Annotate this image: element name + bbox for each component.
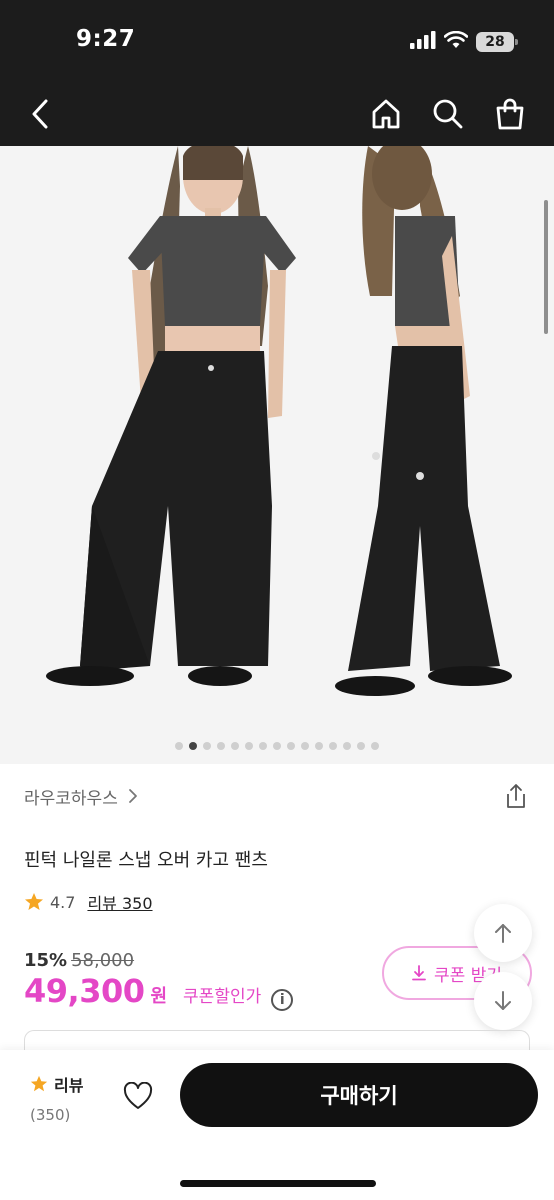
page-scrollbar[interactable] [544, 200, 548, 334]
carousel-dot[interactable] [203, 742, 211, 750]
carousel-dot[interactable] [371, 742, 379, 750]
status-time: 9:27 [76, 26, 136, 52]
home-indicator [180, 1180, 376, 1187]
review-link[interactable]: 리뷰 350 [87, 890, 152, 914]
carousel-dot[interactable] [315, 742, 323, 750]
carousel-dot[interactable] [217, 742, 225, 750]
carousel-dot[interactable] [231, 742, 239, 750]
buy-button[interactable]: 구매하기 [180, 1063, 538, 1127]
carousel-dot[interactable] [357, 742, 365, 750]
share-icon [507, 784, 525, 808]
home-button[interactable] [364, 94, 408, 134]
brand-row: 라우코하우스 [24, 782, 530, 810]
price-row: 49,300 원 쿠폰할인가 i [24, 972, 294, 1011]
scroll-bottom-button[interactable] [474, 972, 532, 1030]
currency-label: 원 [150, 986, 168, 1007]
rating-row: 4.7 리뷰 350 [24, 890, 153, 914]
carousel-dot[interactable] [189, 742, 197, 750]
signal-icon [410, 31, 436, 53]
nav-actions [364, 94, 532, 134]
bottom-action-bar: 리뷰 (350) 구매하기 [0, 1050, 554, 1200]
star-icon [25, 893, 43, 910]
product-photo [0, 146, 554, 764]
carousel-dot[interactable] [175, 742, 183, 750]
share-button[interactable] [502, 782, 530, 810]
review-label: 리뷰 [54, 1076, 84, 1095]
sale-price: 49,300 [24, 972, 145, 1010]
brand-link[interactable]: 라우코하우스 [24, 784, 118, 809]
star-icon [30, 1075, 48, 1092]
cart-button[interactable] [488, 94, 532, 134]
info-icon[interactable]: i [271, 989, 294, 1011]
back-button[interactable] [22, 94, 58, 134]
carousel-indicator [0, 742, 554, 750]
carousel-dot[interactable] [259, 742, 267, 750]
carousel-dot[interactable] [329, 742, 337, 750]
chevron-right-icon [128, 788, 138, 804]
product-image-carousel[interactable] [0, 146, 554, 764]
carousel-dot[interactable] [343, 742, 351, 750]
search-icon [433, 99, 463, 129]
review-summary[interactable]: 리뷰 (350) [30, 1072, 83, 1124]
back-icon [32, 99, 48, 129]
rating-value: 4.7 [50, 892, 76, 912]
arrow-down-icon [495, 991, 511, 1010]
discount-percent: 15% [24, 950, 68, 971]
scroll-top-button[interactable] [474, 904, 532, 962]
status-icons: 28 [410, 30, 518, 54]
shopping-bag-icon [496, 98, 524, 130]
product-title: 핀턱 나일론 스냅 오버 카고 팬츠 [24, 850, 268, 871]
heart-icon [123, 1082, 153, 1109]
top-bar: 9:27 28 [0, 0, 554, 146]
coupon-price-label: 쿠폰할인가 [183, 987, 262, 1007]
arrow-up-icon [495, 924, 511, 943]
wishlist-button[interactable] [118, 1076, 158, 1116]
carousel-dot[interactable] [287, 742, 295, 750]
review-count: (350) [30, 1106, 71, 1124]
carousel-dot[interactable] [273, 742, 281, 750]
carousel-dot[interactable] [301, 742, 309, 750]
carousel-dot[interactable] [245, 742, 253, 750]
original-price: 58,000 [71, 950, 135, 971]
discount-row: 15% 58,000 [24, 950, 134, 971]
home-icon [372, 99, 400, 129]
wifi-icon [443, 30, 469, 53]
download-icon [412, 965, 426, 981]
battery-icon: 28 [476, 32, 518, 52]
search-button[interactable] [426, 94, 470, 134]
